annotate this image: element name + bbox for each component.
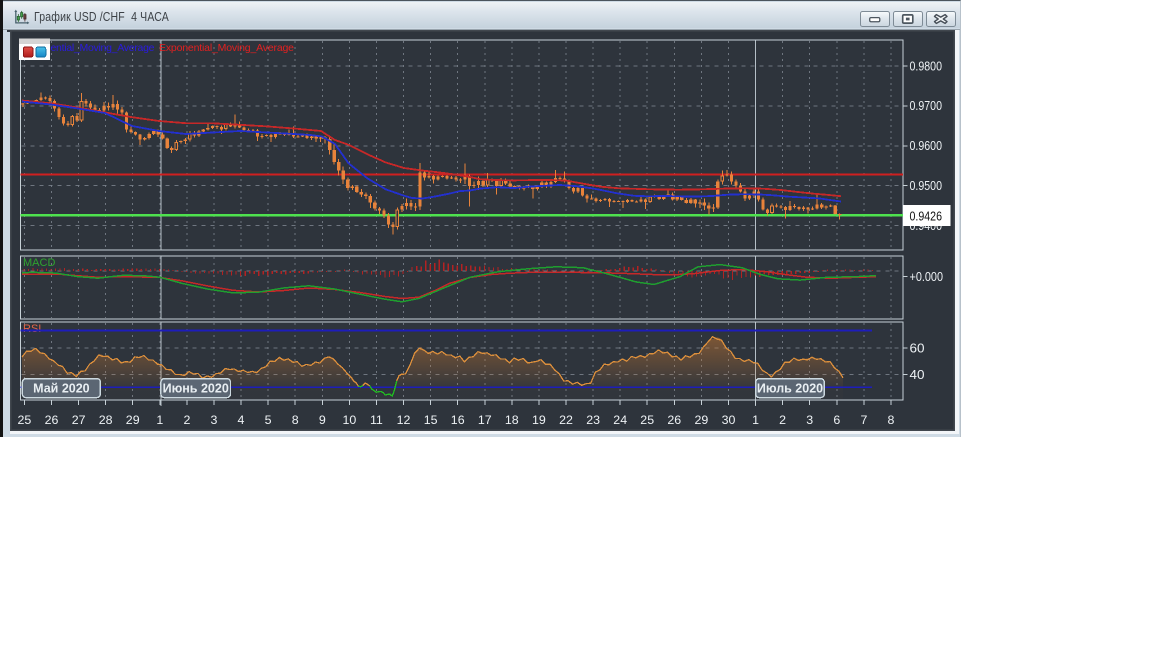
svg-text:Июнь 2020: Июнь 2020 bbox=[163, 382, 229, 396]
svg-text:0.9426: 0.9426 bbox=[910, 209, 943, 223]
svg-text:26: 26 bbox=[667, 413, 681, 427]
svg-text:10: 10 bbox=[343, 413, 357, 427]
svg-text:0.9700: 0.9700 bbox=[910, 99, 943, 113]
svg-text:MACD: MACD bbox=[23, 257, 55, 269]
svg-text:7: 7 bbox=[860, 413, 867, 427]
svg-text:0.9800: 0.9800 bbox=[910, 59, 943, 73]
svg-text:9: 9 bbox=[319, 413, 326, 427]
svg-text:8: 8 bbox=[888, 413, 895, 427]
svg-text:25: 25 bbox=[640, 413, 654, 427]
svg-text:26: 26 bbox=[45, 413, 59, 427]
svg-text:60: 60 bbox=[910, 341, 925, 355]
svg-text:+0.000: +0.000 bbox=[910, 270, 944, 284]
svg-text:1: 1 bbox=[752, 413, 759, 427]
svg-text:1: 1 bbox=[156, 413, 163, 427]
svg-text:2: 2 bbox=[183, 413, 190, 427]
svg-text:0.9500: 0.9500 bbox=[910, 179, 943, 193]
svg-text:23: 23 bbox=[586, 413, 600, 427]
svg-text:12: 12 bbox=[397, 413, 411, 427]
svg-text:3: 3 bbox=[806, 413, 813, 427]
svg-text:19: 19 bbox=[532, 413, 546, 427]
svg-text:Июль 2020: Июль 2020 bbox=[757, 382, 823, 396]
svg-text:8: 8 bbox=[292, 413, 299, 427]
svg-text:40: 40 bbox=[910, 368, 925, 382]
svg-text:ential_Moving_Average: ential_Moving_Average bbox=[51, 42, 155, 54]
svg-text:4: 4 bbox=[238, 413, 245, 427]
svg-text:RSI: RSI bbox=[23, 323, 41, 335]
svg-text:16: 16 bbox=[451, 413, 465, 427]
svg-text:3: 3 bbox=[211, 413, 218, 427]
svg-text:2: 2 bbox=[779, 413, 786, 427]
svg-text:Май 2020: Май 2020 bbox=[33, 382, 90, 396]
svg-text:15: 15 bbox=[424, 413, 438, 427]
svg-text:25: 25 bbox=[18, 413, 32, 427]
svg-text:29: 29 bbox=[695, 413, 709, 427]
svg-text:24: 24 bbox=[613, 413, 627, 427]
svg-text:18: 18 bbox=[505, 413, 519, 427]
svg-text:0.9600: 0.9600 bbox=[910, 139, 943, 153]
svg-text:5: 5 bbox=[265, 413, 272, 427]
svg-text:Exponential_Moving_Average: Exponential_Moving_Average bbox=[159, 42, 294, 54]
svg-text:6: 6 bbox=[833, 413, 840, 427]
svg-text:28: 28 bbox=[99, 413, 113, 427]
svg-text:22: 22 bbox=[559, 413, 573, 427]
svg-text:30: 30 bbox=[722, 413, 736, 427]
svg-text:11: 11 bbox=[370, 413, 383, 427]
svg-text:27: 27 bbox=[72, 413, 86, 427]
svg-text:17: 17 bbox=[478, 413, 492, 427]
svg-text:29: 29 bbox=[126, 413, 140, 427]
